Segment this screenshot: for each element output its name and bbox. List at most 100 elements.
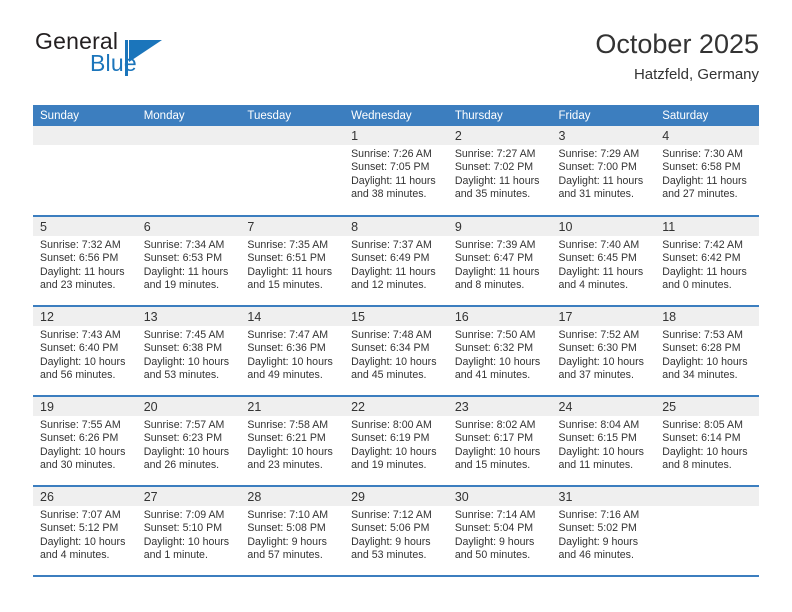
- sunrise-text: Sunrise: 7:48 AM: [351, 329, 432, 341]
- day-number: 21: [247, 400, 262, 414]
- day-cell-inner[interactable]: 9 Sunrise: 7:39 AM Sunset: 6:47 PM Dayli…: [447, 217, 552, 305]
- weekday-header-wednesday: Wednesday: [344, 105, 448, 126]
- day-cell-inner[interactable]: 21 Sunrise: 7:58 AM Sunset: 6:21 PM Dayl…: [240, 397, 345, 485]
- day-number: 18: [662, 310, 677, 324]
- day-cell-inner[interactable]: 16 Sunrise: 7:50 AM Sunset: 6:32 PM Dayl…: [447, 307, 552, 395]
- day-cell: 11 Sunrise: 7:42 AM Sunset: 6:42 PM Dayl…: [655, 216, 759, 307]
- sunset-text: Sunset: 6:15 PM: [558, 432, 637, 445]
- day-cell-inner[interactable]: 15 Sunrise: 7:48 AM Sunset: 6:34 PM Dayl…: [344, 307, 448, 395]
- day-cell-inner[interactable]: 17 Sunrise: 7:52 AM Sunset: 6:30 PM Dayl…: [551, 307, 656, 395]
- daylight-line2: and 8 minutes.: [662, 459, 732, 472]
- day-cell: [655, 486, 759, 577]
- calendar-body: 1 Sunrise: 7:26 AM Sunset: 7:05 PM Dayli…: [33, 126, 759, 577]
- day-cell-inner[interactable]: 5 Sunrise: 7:32 AM Sunset: 6:56 PM Dayli…: [33, 217, 137, 305]
- calendar-page: General Blue October 2025 Hatzfeld, Germ…: [0, 0, 792, 612]
- day-number-band: 8: [344, 217, 448, 236]
- day-cell-inner[interactable]: 7 Sunrise: 7:35 AM Sunset: 6:51 PM Dayli…: [240, 217, 345, 305]
- sunrise-text: Sunrise: 7:12 AM: [351, 509, 432, 521]
- day-cell: [240, 126, 345, 217]
- day-cell-inner[interactable]: 10 Sunrise: 7:40 AM Sunset: 6:45 PM Dayl…: [551, 217, 656, 305]
- day-cell-inner[interactable]: 25 Sunrise: 8:05 AM Sunset: 6:14 PM Dayl…: [655, 397, 759, 485]
- sunset-text: Sunset: 6:23 PM: [143, 432, 223, 445]
- day-cell-inner[interactable]: 26 Sunrise: 7:07 AM Sunset: 5:12 PM Dayl…: [33, 487, 137, 575]
- sunset-text: Sunset: 6:53 PM: [143, 252, 223, 265]
- day-cell-inner[interactable]: 27 Sunrise: 7:09 AM Sunset: 5:10 PM Dayl…: [136, 487, 241, 575]
- day-cell-inner[interactable]: 1 Sunrise: 7:26 AM Sunset: 7:05 PM Dayli…: [344, 126, 448, 214]
- day-cell-inner[interactable]: 28 Sunrise: 7:10 AM Sunset: 5:08 PM Dayl…: [240, 487, 345, 575]
- daylight-line1: Daylight: 9 hours: [454, 535, 535, 548]
- day-cell-inner[interactable]: 12 Sunrise: 7:43 AM Sunset: 6:40 PM Dayl…: [33, 307, 137, 395]
- day-cell-body: Sunrise: 7:16 AM Sunset: 5:02 PM Dayligh…: [552, 506, 656, 563]
- daylight-line1: Daylight: 10 hours: [454, 445, 541, 458]
- daylight-line2: and 57 minutes.: [247, 549, 323, 562]
- day-cell-inner[interactable]: 31 Sunrise: 7:16 AM Sunset: 5:02 PM Dayl…: [551, 487, 656, 575]
- brand-name-blue: Blue: [90, 50, 137, 76]
- day-cell-inner[interactable]: 8 Sunrise: 7:37 AM Sunset: 6:49 PM Dayli…: [344, 217, 448, 305]
- daylight-line2: and 30 minutes.: [40, 459, 116, 472]
- day-cell: 4 Sunrise: 7:30 AM Sunset: 6:58 PM Dayli…: [655, 126, 759, 217]
- day-cell: 9 Sunrise: 7:39 AM Sunset: 6:47 PM Dayli…: [447, 216, 552, 307]
- day-cell: 16 Sunrise: 7:50 AM Sunset: 6:32 PM Dayl…: [447, 306, 552, 397]
- day-cell: 2 Sunrise: 7:27 AM Sunset: 7:02 PM Dayli…: [447, 126, 552, 217]
- page-title: October 2025: [595, 29, 759, 59]
- day-cell-inner[interactable]: 24 Sunrise: 8:04 AM Sunset: 6:15 PM Dayl…: [551, 397, 656, 485]
- day-cell-inner[interactable]: 18 Sunrise: 7:53 AM Sunset: 6:28 PM Dayl…: [655, 307, 759, 395]
- day-number-band: 31: [551, 487, 656, 506]
- day-cell-inner[interactable]: 6 Sunrise: 7:34 AM Sunset: 6:53 PM Dayli…: [136, 217, 241, 305]
- day-cell-inner[interactable]: 13 Sunrise: 7:45 AM Sunset: 6:38 PM Dayl…: [136, 307, 241, 395]
- day-cell-inner[interactable]: 22 Sunrise: 8:00 AM Sunset: 6:19 PM Dayl…: [344, 397, 448, 485]
- day-number: 1: [351, 129, 359, 143]
- day-cell-inner[interactable]: 30 Sunrise: 7:14 AM Sunset: 5:04 PM Dayl…: [447, 487, 552, 575]
- day-cell-inner[interactable]: 14 Sunrise: 7:47 AM Sunset: 6:36 PM Dayl…: [240, 307, 345, 395]
- day-cell: [33, 126, 137, 217]
- daylight-line1: Daylight: 10 hours: [351, 355, 437, 368]
- brand-logo[interactable]: General Blue: [33, 28, 293, 88]
- day-cell-inner[interactable]: 2 Sunrise: 7:27 AM Sunset: 7:02 PM Dayli…: [447, 126, 552, 214]
- sunset-text: Sunset: 5:10 PM: [143, 522, 223, 535]
- sunrise-text: Sunrise: 7:43 AM: [40, 329, 121, 341]
- day-number: 4: [662, 129, 670, 143]
- day-number: 30: [454, 490, 469, 504]
- calendar-week-row: 12 Sunrise: 7:43 AM Sunset: 6:40 PM Dayl…: [33, 306, 759, 397]
- day-cell-body: Sunrise: 8:02 AM Sunset: 6:17 PM Dayligh…: [448, 416, 552, 473]
- day-number-band: 20: [136, 397, 241, 416]
- day-cell-body: Sunrise: 8:05 AM Sunset: 6:14 PM Dayligh…: [655, 416, 759, 473]
- sunset-text: Sunset: 6:21 PM: [247, 432, 326, 445]
- day-number: 23: [454, 400, 469, 414]
- sunset-text: Sunset: 5:08 PM: [247, 522, 326, 535]
- day-cell-inner[interactable]: 29 Sunrise: 7:12 AM Sunset: 5:06 PM Dayl…: [344, 487, 448, 575]
- day-number: 27: [143, 490, 158, 504]
- daylight-line1: Daylight: 10 hours: [247, 445, 333, 458]
- sunset-text: Sunset: 6:19 PM: [351, 432, 430, 445]
- daylight-line1: Daylight: 10 hours: [662, 355, 748, 368]
- daylight-line1: Daylight: 10 hours: [247, 355, 333, 368]
- day-cell-body: Sunrise: 7:42 AM Sunset: 6:42 PM Dayligh…: [655, 236, 759, 293]
- day-number-band: 22: [344, 397, 448, 416]
- daylight-line2: and 12 minutes.: [351, 279, 427, 292]
- day-cell-inner[interactable]: 19 Sunrise: 7:55 AM Sunset: 6:26 PM Dayl…: [33, 397, 137, 485]
- day-cell-inner[interactable]: 23 Sunrise: 8:02 AM Sunset: 6:17 PM Dayl…: [447, 397, 552, 485]
- calendar-week-row: 26 Sunrise: 7:07 AM Sunset: 5:12 PM Dayl…: [33, 486, 759, 577]
- day-cell-inner[interactable]: 3 Sunrise: 7:29 AM Sunset: 7:00 PM Dayli…: [551, 126, 656, 214]
- calendar-week-row: 19 Sunrise: 7:55 AM Sunset: 6:26 PM Dayl…: [33, 396, 759, 487]
- daylight-line2: and 8 minutes.: [454, 279, 525, 292]
- day-cell-inner[interactable]: 4 Sunrise: 7:30 AM Sunset: 6:58 PM Dayli…: [655, 126, 759, 214]
- day-cell-inner[interactable]: 11 Sunrise: 7:42 AM Sunset: 6:42 PM Dayl…: [655, 217, 759, 305]
- day-cell-inner[interactable]: 20 Sunrise: 7:57 AM Sunset: 6:23 PM Dayl…: [136, 397, 241, 485]
- day-number: 14: [247, 310, 262, 324]
- daylight-line2: and 38 minutes.: [351, 188, 427, 201]
- daylight-line2: and 27 minutes.: [662, 188, 738, 201]
- sunset-text: Sunset: 5:06 PM: [351, 522, 430, 535]
- sunset-text: Sunset: 5:12 PM: [40, 522, 119, 535]
- day-cell: 10 Sunrise: 7:40 AM Sunset: 6:45 PM Dayl…: [551, 216, 656, 307]
- sunrise-text: Sunrise: 7:07 AM: [40, 509, 121, 521]
- day-number-band: 16: [447, 307, 552, 326]
- day-number: 12: [40, 310, 54, 324]
- daylight-line1: Daylight: 11 hours: [454, 265, 540, 278]
- sunrise-text: Sunrise: 7:32 AM: [40, 239, 121, 251]
- day-cell-body: Sunrise: 7:12 AM Sunset: 5:06 PM Dayligh…: [344, 506, 448, 563]
- sunrise-text: Sunrise: 7:27 AM: [454, 148, 536, 160]
- day-cell-body: Sunrise: 7:26 AM Sunset: 7:05 PM Dayligh…: [344, 145, 448, 202]
- day-number: 13: [143, 310, 158, 324]
- sunset-text: Sunset: 5:04 PM: [454, 522, 534, 535]
